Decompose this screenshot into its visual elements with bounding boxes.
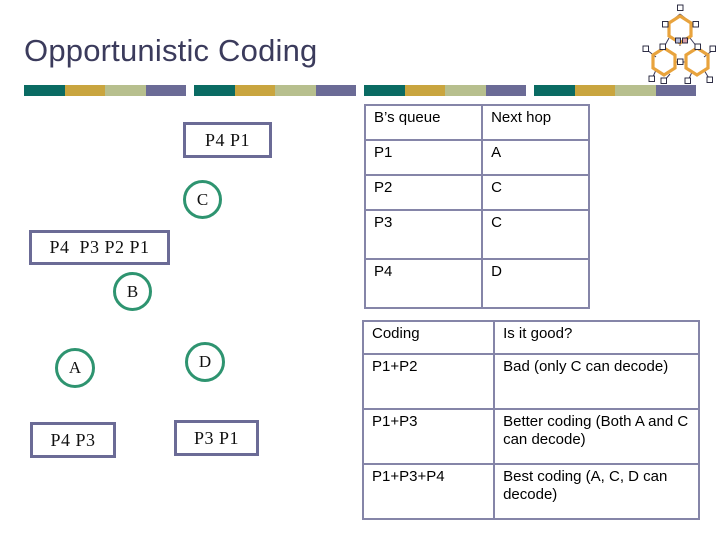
cell-packet: P3	[363, 209, 484, 260]
band-swatch	[364, 85, 405, 96]
cell-coding: P1+P2	[361, 353, 496, 410]
b-queue-table: B’s queue Next hop P1 A P2 C P3 C P4 D	[363, 104, 590, 309]
column-header-queue: B’s queue	[363, 104, 484, 141]
packet-box-b: P4 P3 P2 P1	[29, 230, 170, 265]
column-header-isitgood: Is it good?	[493, 320, 700, 355]
column-header-coding: Coding	[361, 320, 496, 355]
network-node-b: B	[113, 272, 152, 311]
band-swatch	[534, 85, 575, 96]
packet-box-d: P3 P1	[174, 420, 259, 456]
network-molecule-graphic	[642, 2, 720, 84]
table-row: P2 C	[363, 174, 590, 211]
cell-nexthop: A	[481, 139, 590, 176]
band-swatch	[445, 85, 486, 96]
band-swatch	[404, 85, 445, 96]
band-swatch	[485, 85, 526, 96]
page-title: Opportunistic Coding	[24, 33, 318, 68]
cell-nexthop: D	[481, 258, 590, 309]
table-row: P1+P2 Bad (only C can decode)	[361, 353, 700, 410]
table-header-row: B’s queue Next hop	[363, 104, 590, 141]
slide-canvas: Opportunistic Coding P4 P1 C P4 P3 P2 P1…	[0, 0, 720, 540]
cell-verdict: Better coding (Both A and C can decode)	[493, 408, 700, 465]
band-swatch	[234, 85, 275, 96]
packet-box-a: P4 P3	[30, 422, 116, 458]
table-row: P1+P3 Better coding (Both A and C can de…	[361, 408, 700, 465]
band-swatch	[145, 85, 186, 96]
band-swatch	[64, 85, 105, 96]
packet-box-c: P4 P1	[183, 122, 272, 158]
band-swatch	[24, 85, 65, 96]
band-swatch	[194, 85, 235, 96]
cell-nexthop: C	[481, 209, 590, 260]
coding-quality-table: Coding Is it good? P1+P2 Bad (only C can…	[361, 320, 700, 520]
cell-verdict: Bad (only C can decode)	[493, 353, 700, 410]
column-header-nexthop: Next hop	[481, 104, 590, 141]
band-swatch	[574, 85, 615, 96]
band-swatch	[105, 85, 146, 96]
cell-packet: P4	[363, 258, 484, 309]
table-row: P1+P3+P4 Best coding (A, C, D can decode…	[361, 463, 700, 520]
cell-nexthop: C	[481, 174, 590, 211]
table-row: P4 D	[363, 258, 590, 309]
band-swatch	[275, 85, 316, 96]
cell-verdict: Best coding (A, C, D can decode)	[493, 463, 700, 520]
cell-packet: P1	[363, 139, 484, 176]
table-header-row: Coding Is it good?	[361, 320, 700, 355]
band-swatch	[655, 85, 696, 96]
decorative-color-band	[24, 85, 696, 96]
network-node-d: D	[185, 342, 225, 382]
band-swatch	[315, 85, 356, 96]
cell-packet: P2	[363, 174, 484, 211]
cell-coding: P1+P3+P4	[361, 463, 496, 520]
network-node-a: A	[55, 348, 95, 388]
cell-coding: P1+P3	[361, 408, 496, 465]
table-row: P3 C	[363, 209, 590, 260]
network-node-c: C	[183, 180, 222, 219]
band-swatch	[615, 85, 656, 96]
table-row: P1 A	[363, 139, 590, 176]
